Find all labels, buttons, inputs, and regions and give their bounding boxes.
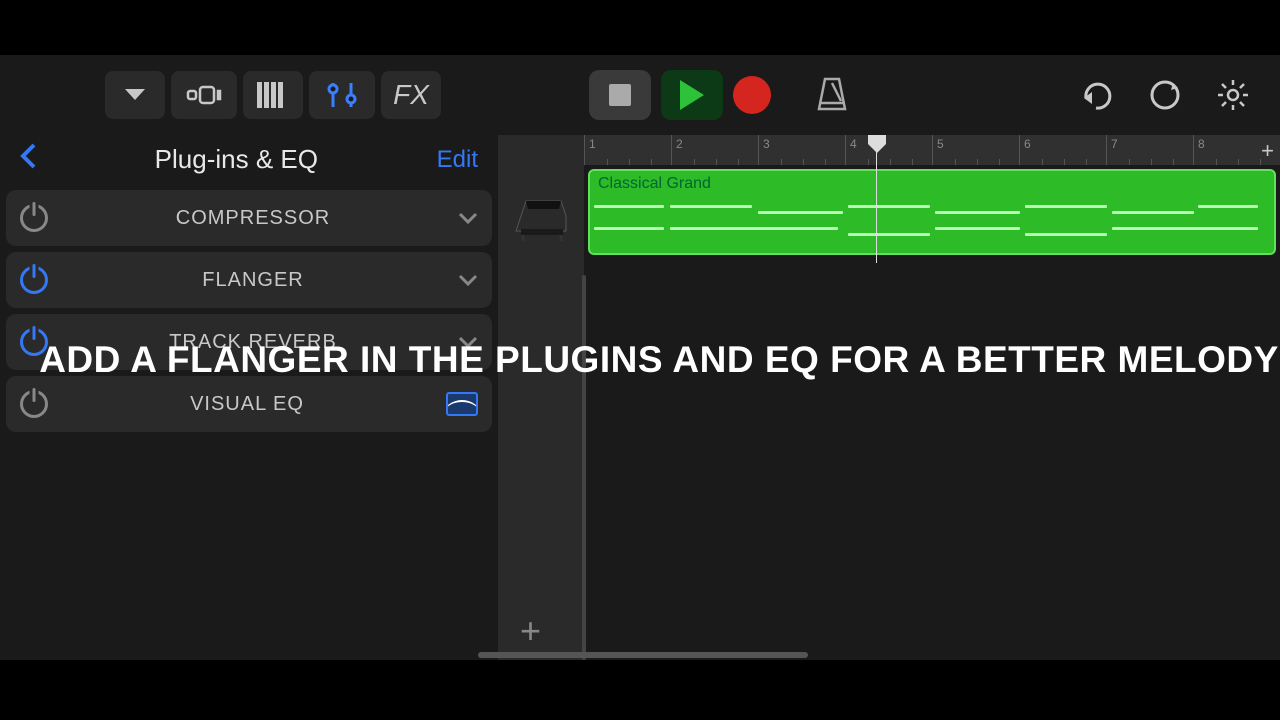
chevron-down-icon[interactable] [458, 207, 478, 230]
track-view-button[interactable] [171, 71, 237, 119]
plugin-label: COMPRESSOR [48, 207, 458, 230]
view-dropdown-button[interactable] [105, 71, 165, 119]
fx-button[interactable]: FX [381, 71, 441, 119]
track-header-column: + [498, 135, 584, 660]
edit-button[interactable]: Edit [437, 146, 478, 174]
controls-button[interactable] [309, 71, 375, 119]
panel-title: Plug-ins & EQ [155, 144, 318, 175]
midi-region[interactable]: Classical Grand [588, 169, 1276, 255]
settings-button[interactable] [1216, 78, 1250, 112]
plugin-row-visual-eq[interactable]: VISUAL EQ [6, 376, 492, 432]
bar-number: 4 [850, 137, 857, 151]
instrument-piano-icon[interactable] [508, 183, 573, 248]
horizontal-scrollbar[interactable] [478, 652, 808, 658]
fx-label: FX [393, 79, 429, 111]
power-icon[interactable] [20, 204, 48, 232]
bar-number: 7 [1111, 137, 1118, 151]
stop-button[interactable] [589, 70, 651, 120]
add-section-button[interactable]: + [1261, 138, 1274, 164]
top-toolbar: FX [0, 55, 1280, 135]
plugin-row-flanger[interactable]: FLANGER [6, 252, 492, 308]
plugins-panel: Plug-ins & EQ Edit COMPRESSOR FLANGER [0, 135, 498, 660]
timeline-ruler[interactable]: 1 2 3 4 5 6 7 [584, 135, 1280, 165]
plugin-row-compressor[interactable]: COMPRESSOR [6, 190, 492, 246]
bar-number: 1 [589, 137, 596, 151]
add-track-button[interactable]: + [520, 610, 541, 652]
play-button[interactable] [661, 70, 723, 120]
plugin-label: FLANGER [48, 269, 458, 292]
bar-number: 8 [1198, 137, 1205, 151]
overlay-caption: ADD A FLANGER IN THE PLUGINS AND EQ FOR … [0, 339, 1280, 381]
playhead-line [876, 135, 877, 263]
plugin-label: VISUAL EQ [48, 393, 446, 416]
region-label: Classical Grand [598, 175, 1266, 193]
bar-number: 6 [1024, 137, 1031, 151]
bar-number: 3 [763, 137, 770, 151]
record-icon [733, 76, 771, 114]
bar-number: 5 [937, 137, 944, 151]
eq-curve-icon[interactable] [446, 392, 478, 416]
timeline-area: + 1 2 3 4 5 6 [498, 135, 1280, 660]
back-button[interactable] [20, 143, 36, 176]
vertical-scrollbar[interactable] [582, 275, 586, 660]
chevron-down-icon[interactable] [458, 269, 478, 292]
power-icon[interactable] [20, 266, 48, 294]
loop-button[interactable] [1149, 78, 1181, 112]
undo-button[interactable] [1080, 78, 1114, 112]
keyboard-button[interactable] [243, 71, 303, 119]
record-button[interactable] [733, 76, 771, 114]
bar-number: 2 [676, 137, 683, 151]
metronome-button[interactable] [815, 75, 849, 116]
power-icon[interactable] [20, 390, 48, 418]
